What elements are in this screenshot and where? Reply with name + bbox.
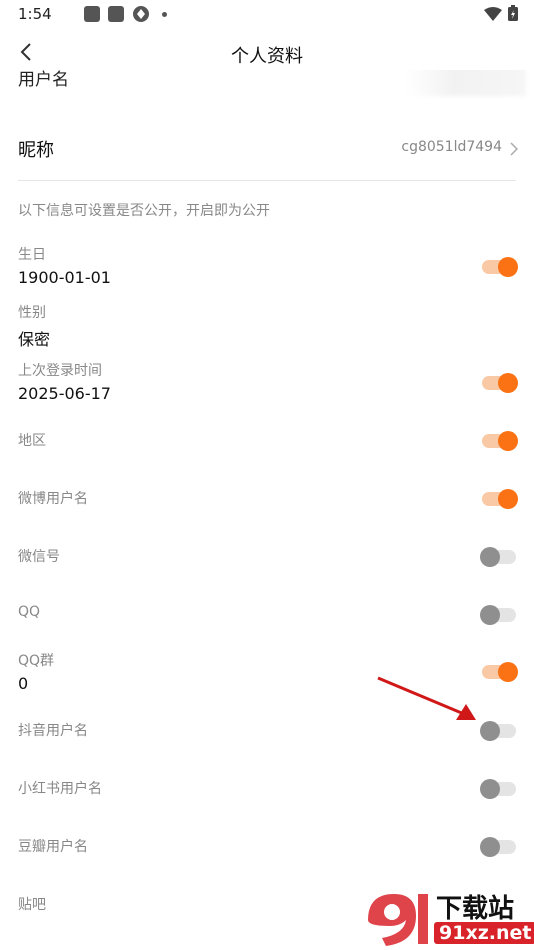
more-notifications-icon [162, 12, 167, 17]
field-label: 性别 [18, 305, 46, 321]
field-label: 抖音用户名 [18, 723, 88, 739]
field-label: 豆瓣用户名 [18, 839, 88, 855]
watermark-url: 91xz.net [434, 922, 534, 944]
status-time: 1:54 [18, 5, 52, 23]
toggle-knob [498, 489, 518, 509]
field-row-birthday: 生日 1900-01-01 [0, 244, 534, 294]
field-row-last-login: 上次登录时间 2025-06-17 [0, 360, 534, 410]
field-label: 地区 [18, 433, 46, 449]
status-bar: 1:54 [0, 0, 534, 30]
field-value: 1900-01-01 [18, 268, 111, 287]
battery-icon [508, 5, 518, 25]
field-label: 微信号 [18, 549, 60, 565]
toggle-knob [498, 373, 518, 393]
toggle-knob [480, 605, 500, 625]
notification-icon [108, 6, 124, 22]
public-toggle-xiaohongshu[interactable] [480, 779, 516, 799]
public-toggle-birthday[interactable] [482, 257, 518, 277]
public-toggle-douyin[interactable] [480, 721, 516, 741]
page-title: 个人资料 [231, 46, 303, 67]
nickname-label: 昵称 [18, 140, 54, 161]
field-label: QQ [18, 604, 41, 620]
public-toggle-qq[interactable] [480, 605, 516, 625]
field-row-weibo: 微博用户名 [0, 488, 534, 512]
toggle-knob [480, 779, 500, 799]
field-label: 上次登录时间 [18, 363, 102, 379]
field-label: 微博用户名 [18, 491, 88, 507]
divider [18, 180, 516, 181]
watermark-text: 下载站 [436, 894, 515, 924]
field-row-region: 地区 [0, 430, 534, 454]
public-toggle-qq-group[interactable] [482, 662, 518, 682]
public-toggle-wechat[interactable] [480, 547, 516, 567]
wifi-icon [484, 6, 502, 25]
field-row-qq: QQ [0, 604, 534, 628]
field-row-douban: 豆瓣用户名 [0, 836, 534, 860]
field-row-xiaohongshu: 小红书用户名 [0, 778, 534, 802]
username-value-blurred [406, 70, 526, 96]
nickname-row[interactable]: 昵称 cg8051ld7494 [0, 128, 534, 168]
field-value: 0 [18, 674, 29, 693]
nickname-value: cg8051ld7494 [401, 139, 502, 155]
field-label: QQ群 [18, 653, 55, 669]
field-label: 小红书用户名 [18, 781, 102, 797]
toggle-knob [480, 837, 500, 857]
username-label: 用户名 [18, 70, 69, 90]
public-toggle-last-login[interactable] [482, 373, 518, 393]
toggle-knob [498, 431, 518, 451]
field-label: 生日 [18, 247, 46, 263]
toggle-knob [498, 257, 518, 277]
sync-icon [132, 5, 150, 27]
field-label: 贴吧 [18, 897, 46, 913]
public-toggle-region[interactable] [482, 431, 518, 451]
toggle-knob [480, 721, 500, 741]
username-row[interactable]: 用户名 [0, 70, 534, 102]
field-value: 2025-06-17 [18, 384, 111, 403]
public-toggle-douban[interactable] [480, 837, 516, 857]
field-value: 保密 [18, 330, 51, 349]
toggle-knob [480, 547, 500, 567]
field-row-gender: 性别 保密 [0, 302, 534, 352]
field-row-wechat: 微信号 [0, 546, 534, 570]
notification-icon [84, 6, 100, 22]
toggle-knob [498, 662, 518, 682]
annotation-arrow-icon [372, 672, 482, 728]
chevron-right-icon [510, 141, 519, 160]
privacy-hint: 以下信息可设置是否公开，开启即为公开 [18, 203, 270, 219]
watermark-logo: 下载站 91xz.net [360, 884, 534, 950]
public-toggle-weibo[interactable] [482, 489, 518, 509]
